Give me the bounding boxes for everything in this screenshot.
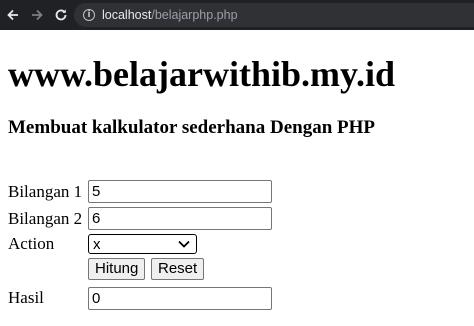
bilangan1-label: Bilangan 1 [8, 182, 83, 201]
forward-button[interactable] [26, 4, 48, 26]
info-icon[interactable]: i [83, 9, 95, 21]
browser-toolbar: i localhost/belajarphp.php [0, 0, 474, 30]
hasil-label: Hasil [8, 288, 44, 307]
reset-button[interactable]: Reset [151, 258, 205, 280]
url-path: /belajarphp.php [151, 8, 238, 22]
page-subtitle: Membuat kalkulator sederhana Dengan PHP [8, 117, 376, 138]
bilangan1-input[interactable] [88, 180, 272, 203]
chevron-down-icon [178, 239, 192, 249]
reload-button[interactable] [50, 4, 72, 26]
bilangan2-label: Bilangan 2 [8, 209, 83, 228]
back-button[interactable] [2, 4, 24, 26]
action-select[interactable]: x [88, 234, 197, 254]
reload-icon [55, 9, 67, 21]
arrow-right-icon [32, 9, 43, 21]
url-host: localhost [102, 8, 152, 22]
action-selected-value: x [93, 235, 101, 253]
hitung-button[interactable]: Hitung [88, 258, 146, 280]
page-title: www.belajarwithib.my.id [8, 54, 396, 94]
hasil-output[interactable] [88, 287, 272, 310]
action-label: Action [8, 234, 55, 253]
address-bar[interactable]: i localhost/belajarphp.php [74, 3, 474, 27]
arrow-left-icon [7, 9, 18, 21]
bilangan2-input[interactable] [88, 207, 272, 230]
url-text: localhost/belajarphp.php [102, 8, 238, 22]
